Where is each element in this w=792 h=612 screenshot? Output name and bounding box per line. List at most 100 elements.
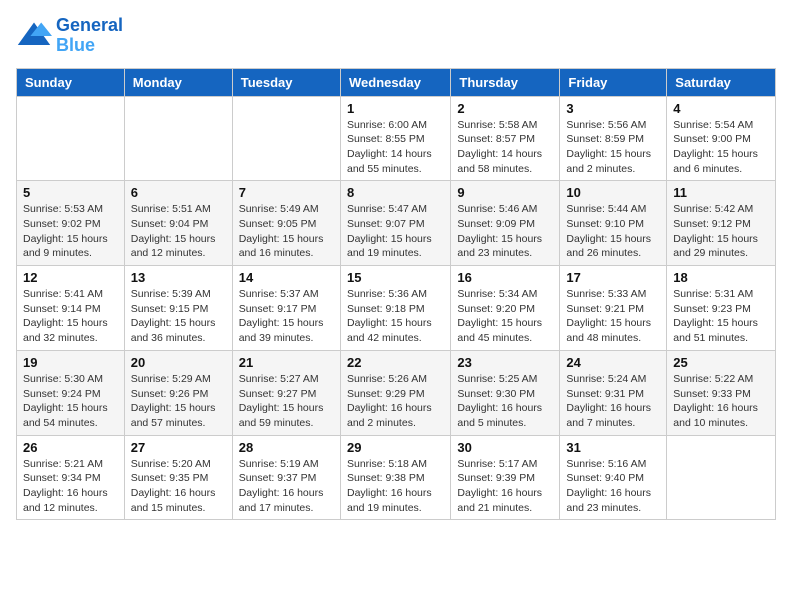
calendar-cell: 23 Sunrise: 5:25 AMSunset: 9:30 PMDayligh…	[451, 350, 560, 435]
day-info: Sunrise: 5:21 AMSunset: 9:34 PMDaylight:…	[23, 457, 118, 516]
calendar-cell: 11 Sunrise: 5:42 AMSunset: 9:12 PMDayligh…	[667, 181, 776, 266]
day-number: 13	[131, 270, 226, 285]
logo-text: General Blue	[56, 16, 123, 56]
day-info: Sunrise: 5:22 AMSunset: 9:33 PMDaylight:…	[673, 372, 769, 431]
day-info: Sunrise: 6:00 AMSunset: 8:55 PMDaylight:…	[347, 118, 444, 177]
day-number: 21	[239, 355, 334, 370]
calendar-header-row: SundayMondayTuesdayWednesdayThursdayFrid…	[17, 68, 776, 96]
day-info: Sunrise: 5:42 AMSunset: 9:12 PMDaylight:…	[673, 202, 769, 261]
calendar-cell: 2 Sunrise: 5:58 AMSunset: 8:57 PMDaylight…	[451, 96, 560, 181]
calendar-week-row: 5 Sunrise: 5:53 AMSunset: 9:02 PMDaylight…	[17, 181, 776, 266]
calendar-cell: 13 Sunrise: 5:39 AMSunset: 9:15 PMDayligh…	[124, 266, 232, 351]
day-number: 20	[131, 355, 226, 370]
calendar-cell: 3 Sunrise: 5:56 AMSunset: 8:59 PMDaylight…	[560, 96, 667, 181]
calendar-week-row: 19Sunrise: 5:30 AMSunset: 9:24 PMDayligh…	[17, 350, 776, 435]
calendar-cell	[232, 96, 340, 181]
day-info: Sunrise: 5:30 AMSunset: 9:24 PMDaylight:…	[23, 372, 118, 431]
day-info: Sunrise: 5:36 AMSunset: 9:18 PMDaylight:…	[347, 287, 444, 346]
logo-icon	[16, 18, 52, 54]
day-info: Sunrise: 5:27 AMSunset: 9:27 PMDaylight:…	[239, 372, 334, 431]
day-number: 2	[457, 101, 553, 116]
header-day-thursday: Thursday	[451, 68, 560, 96]
day-number: 15	[347, 270, 444, 285]
day-info: Sunrise: 5:49 AMSunset: 9:05 PMDaylight:…	[239, 202, 334, 261]
calendar-cell: 25 Sunrise: 5:22 AMSunset: 9:33 PMDayligh…	[667, 350, 776, 435]
day-number: 25	[673, 355, 769, 370]
calendar-cell: 21 Sunrise: 5:27 AMSunset: 9:27 PMDayligh…	[232, 350, 340, 435]
day-number: 9	[457, 185, 553, 200]
calendar-cell: 5 Sunrise: 5:53 AMSunset: 9:02 PMDaylight…	[17, 181, 125, 266]
day-number: 28	[239, 440, 334, 455]
calendar-week-row: 12Sunrise: 5:41 AMSunset: 9:14 PMDayligh…	[17, 266, 776, 351]
day-number: 8	[347, 185, 444, 200]
calendar-cell: 16Sunrise: 5:34 AMSunset: 9:20 PMDayligh…	[451, 266, 560, 351]
day-number: 18	[673, 270, 769, 285]
calendar-week-row: 26 Sunrise: 5:21 AMSunset: 9:34 PMDayligh…	[17, 435, 776, 520]
day-number: 23	[457, 355, 553, 370]
calendar-cell: 7 Sunrise: 5:49 AMSunset: 9:05 PMDaylight…	[232, 181, 340, 266]
day-number: 30	[457, 440, 553, 455]
header-day-sunday: Sunday	[17, 68, 125, 96]
calendar-cell: 20 Sunrise: 5:29 AMSunset: 9:26 PMDayligh…	[124, 350, 232, 435]
day-number: 5	[23, 185, 118, 200]
calendar-cell: 26 Sunrise: 5:21 AMSunset: 9:34 PMDayligh…	[17, 435, 125, 520]
calendar-cell: 6 Sunrise: 5:51 AMSunset: 9:04 PMDaylight…	[124, 181, 232, 266]
day-info: Sunrise: 5:24 AMSunset: 9:31 PMDaylight:…	[566, 372, 660, 431]
day-number: 4	[673, 101, 769, 116]
day-info: Sunrise: 5:25 AMSunset: 9:30 PMDaylight:…	[457, 372, 553, 431]
day-info: Sunrise: 5:58 AMSunset: 8:57 PMDaylight:…	[457, 118, 553, 177]
day-info: Sunrise: 5:19 AMSunset: 9:37 PMDaylight:…	[239, 457, 334, 516]
day-number: 10	[566, 185, 660, 200]
day-number: 31	[566, 440, 660, 455]
calendar-cell	[667, 435, 776, 520]
calendar-cell: 22Sunrise: 5:26 AMSunset: 9:29 PMDayligh…	[340, 350, 450, 435]
calendar-cell: 28 Sunrise: 5:19 AMSunset: 9:37 PMDayligh…	[232, 435, 340, 520]
day-info: Sunrise: 5:18 AMSunset: 9:38 PMDaylight:…	[347, 457, 444, 516]
day-info: Sunrise: 5:47 AMSunset: 9:07 PMDaylight:…	[347, 202, 444, 261]
day-number: 24	[566, 355, 660, 370]
calendar-cell	[124, 96, 232, 181]
calendar-cell: 9 Sunrise: 5:46 AMSunset: 9:09 PMDaylight…	[451, 181, 560, 266]
day-info: Sunrise: 5:31 AMSunset: 9:23 PMDaylight:…	[673, 287, 769, 346]
calendar-cell: 27Sunrise: 5:20 AMSunset: 9:35 PMDayligh…	[124, 435, 232, 520]
day-number: 11	[673, 185, 769, 200]
calendar-cell: 10 Sunrise: 5:44 AMSunset: 9:10 PMDayligh…	[560, 181, 667, 266]
day-number: 3	[566, 101, 660, 116]
calendar-cell: 29Sunrise: 5:18 AMSunset: 9:38 PMDayligh…	[340, 435, 450, 520]
header-day-saturday: Saturday	[667, 68, 776, 96]
day-info: Sunrise: 5:20 AMSunset: 9:35 PMDaylight:…	[131, 457, 226, 516]
calendar-cell: 4Sunrise: 5:54 AMSunset: 9:00 PMDaylight…	[667, 96, 776, 181]
day-info: Sunrise: 5:46 AMSunset: 9:09 PMDaylight:…	[457, 202, 553, 261]
header-day-tuesday: Tuesday	[232, 68, 340, 96]
day-info: Sunrise: 5:56 AMSunset: 8:59 PMDaylight:…	[566, 118, 660, 177]
calendar-cell: 31 Sunrise: 5:16 AMSunset: 9:40 PMDayligh…	[560, 435, 667, 520]
calendar-cell: 14Sunrise: 5:37 AMSunset: 9:17 PMDayligh…	[232, 266, 340, 351]
calendar-cell: 1 Sunrise: 6:00 AMSunset: 8:55 PMDaylight…	[340, 96, 450, 181]
day-info: Sunrise: 5:44 AMSunset: 9:10 PMDaylight:…	[566, 202, 660, 261]
calendar-cell: 15 Sunrise: 5:36 AMSunset: 9:18 PMDayligh…	[340, 266, 450, 351]
day-info: Sunrise: 5:41 AMSunset: 9:14 PMDaylight:…	[23, 287, 118, 346]
logo: General Blue	[16, 16, 123, 56]
calendar-cell: 18 Sunrise: 5:31 AMSunset: 9:23 PMDayligh…	[667, 266, 776, 351]
day-number: 22	[347, 355, 444, 370]
page-header: General Blue	[16, 16, 776, 56]
day-number: 1	[347, 101, 444, 116]
day-number: 26	[23, 440, 118, 455]
calendar-table: SundayMondayTuesdayWednesdayThursdayFrid…	[16, 68, 776, 521]
header-day-wednesday: Wednesday	[340, 68, 450, 96]
day-number: 6	[131, 185, 226, 200]
calendar-cell: 12Sunrise: 5:41 AMSunset: 9:14 PMDayligh…	[17, 266, 125, 351]
calendar-cell: 19Sunrise: 5:30 AMSunset: 9:24 PMDayligh…	[17, 350, 125, 435]
day-info: Sunrise: 5:39 AMSunset: 9:15 PMDaylight:…	[131, 287, 226, 346]
day-number: 7	[239, 185, 334, 200]
header-day-friday: Friday	[560, 68, 667, 96]
day-info: Sunrise: 5:16 AMSunset: 9:40 PMDaylight:…	[566, 457, 660, 516]
day-info: Sunrise: 5:53 AMSunset: 9:02 PMDaylight:…	[23, 202, 118, 261]
day-info: Sunrise: 5:29 AMSunset: 9:26 PMDaylight:…	[131, 372, 226, 431]
day-number: 17	[566, 270, 660, 285]
header-day-monday: Monday	[124, 68, 232, 96]
calendar-cell: 30Sunrise: 5:17 AMSunset: 9:39 PMDayligh…	[451, 435, 560, 520]
calendar-cell: 17Sunrise: 5:33 AMSunset: 9:21 PMDayligh…	[560, 266, 667, 351]
day-info: Sunrise: 5:51 AMSunset: 9:04 PMDaylight:…	[131, 202, 226, 261]
calendar-cell: 8 Sunrise: 5:47 AMSunset: 9:07 PMDaylight…	[340, 181, 450, 266]
